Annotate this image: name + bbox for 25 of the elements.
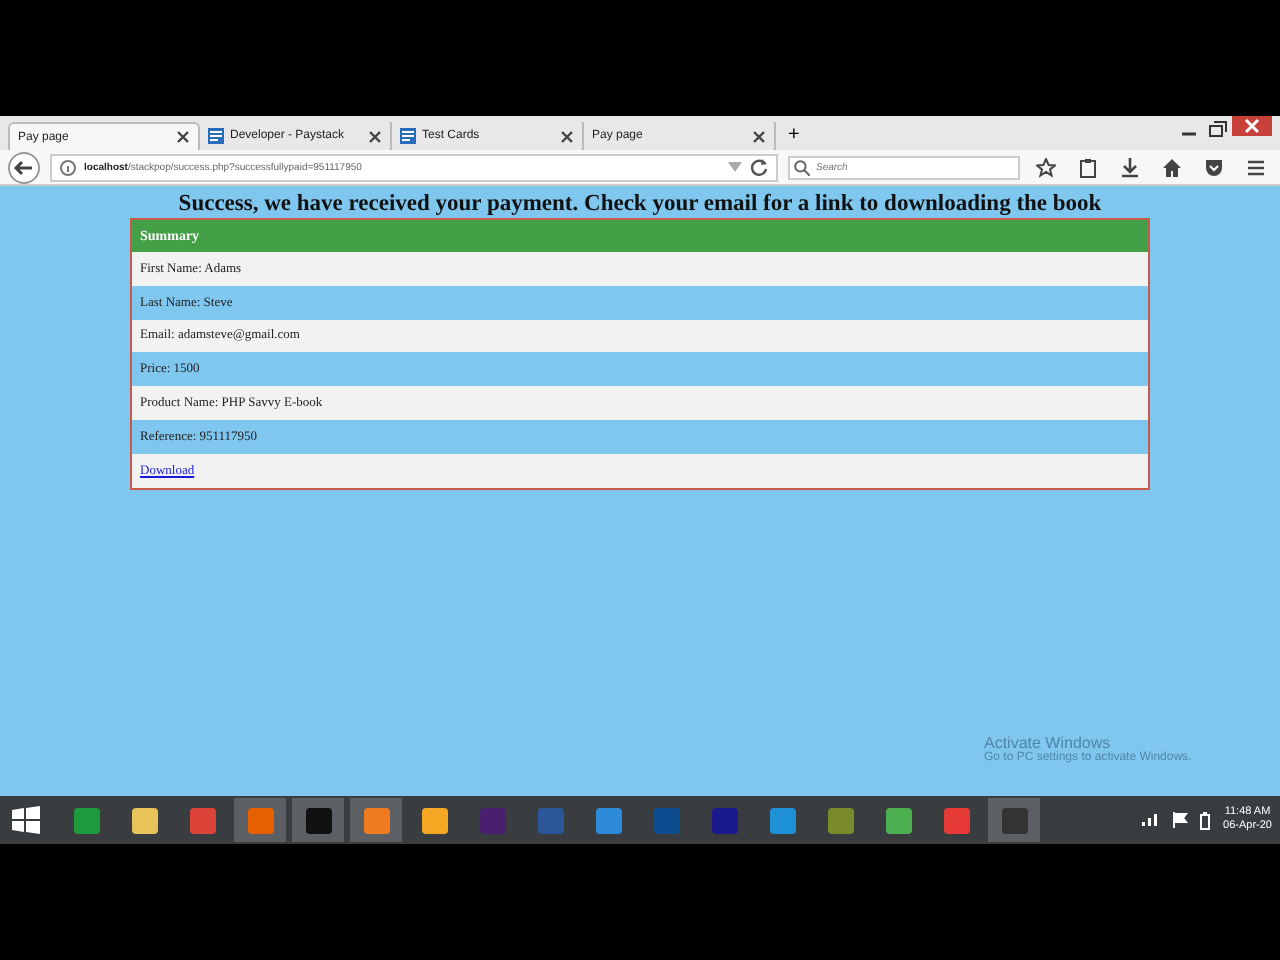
signal-icon[interactable] xyxy=(1139,812,1160,828)
close-icon[interactable] xyxy=(368,129,382,143)
download-icon[interactable] xyxy=(1120,157,1140,177)
windows-logo-icon[interactable] xyxy=(12,806,40,834)
battery-icon[interactable] xyxy=(1199,811,1210,829)
watermark-title: Activate Windows xyxy=(984,734,1111,752)
flag-icon[interactable] xyxy=(1171,812,1188,828)
shield-icon[interactable] xyxy=(1204,157,1224,177)
new-tab-button[interactable]: + xyxy=(776,122,812,150)
close-icon[interactable] xyxy=(752,129,766,143)
restore-icon[interactable] xyxy=(1204,120,1232,140)
page-heading: Success, we have received your payment. Check your email for a link to downloading the book xyxy=(178,192,1102,216)
close-icon[interactable] xyxy=(560,129,574,143)
star-icon[interactable] xyxy=(1036,157,1056,177)
document-icon[interactable] xyxy=(208,128,224,144)
clipboard-icon[interactable] xyxy=(1078,157,1098,177)
menu-icon[interactable] xyxy=(1246,157,1266,177)
close-window-button[interactable] xyxy=(1232,116,1272,136)
reload-icon[interactable] xyxy=(750,158,768,176)
info-icon[interactable] xyxy=(60,159,76,175)
search-icon[interactable] xyxy=(794,159,810,175)
home-icon[interactable] xyxy=(1162,157,1182,177)
close-icon[interactable] xyxy=(176,130,190,144)
taskbar-app[interactable] xyxy=(292,798,344,842)
document-icon[interactable] xyxy=(400,128,416,144)
